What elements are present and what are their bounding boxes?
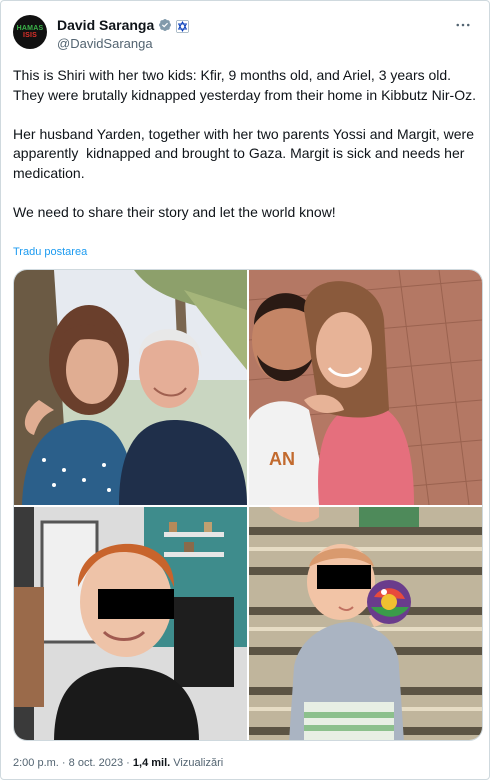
translate-post-link[interactable]: Tradu postarea <box>13 246 87 258</box>
photo-young-couple[interactable]: AN <box>249 270 482 505</box>
more-horizontal-icon[interactable] <box>451 15 475 35</box>
meta-separator: · <box>61 757 66 769</box>
author-names: David Saranga @DavidSaranga <box>57 16 190 52</box>
verified-badge-icon <box>158 18 172 32</box>
views-label: Vizualizări <box>173 757 224 769</box>
avatar[interactable]: HAMAS ISIS <box>13 15 47 49</box>
tweet-paragraph: Her husband Yarden, together with her tw… <box>13 125 478 181</box>
author-display-name[interactable]: David Saranga <box>57 16 154 34</box>
tweet-time[interactable]: 2:00 p.m. <box>13 757 59 769</box>
tweet-paragraph: We need to share their story and let the… <box>13 203 336 220</box>
avatar-logo-text: HAMAS <box>17 25 44 32</box>
photo-baby[interactable] <box>249 507 482 740</box>
photo-redhaired-boy[interactable] <box>14 507 247 740</box>
views-count: 1,4 mil. <box>132 757 171 769</box>
tweet-meta: 2:00 p.m. · 8 oct. 2023 · 1,4 mil. Vizua… <box>13 757 223 769</box>
photo-elderly-couple[interactable] <box>14 270 247 505</box>
tweet-paragraph: This is Shiri with her two kids: Kfir, 9… <box>13 67 476 103</box>
meta-separator: · <box>126 757 130 769</box>
avatar-text-bottom: ISIS <box>22 32 38 39</box>
tweet-text: This is Shiri with her two kids: Kfir, 9… <box>13 66 479 222</box>
tweet-date[interactable]: 8 oct. 2023 <box>69 757 123 769</box>
tweet-header: HAMAS ISIS David Saranga @DavidSaranga <box>13 15 477 55</box>
tweet-card: HAMAS ISIS David Saranga @DavidSaranga T… <box>0 0 490 780</box>
svg-text:AN: AN <box>269 449 295 469</box>
affiliate-badge-icon <box>176 19 190 33</box>
author-handle[interactable]: @DavidSaranga <box>57 36 189 52</box>
author-row: David Saranga <box>57 16 190 34</box>
avatar-logo-text-2: ISIS <box>23 32 37 39</box>
avatar-text-top: HAMAS <box>16 25 44 32</box>
media-grid: AN <box>13 269 483 741</box>
